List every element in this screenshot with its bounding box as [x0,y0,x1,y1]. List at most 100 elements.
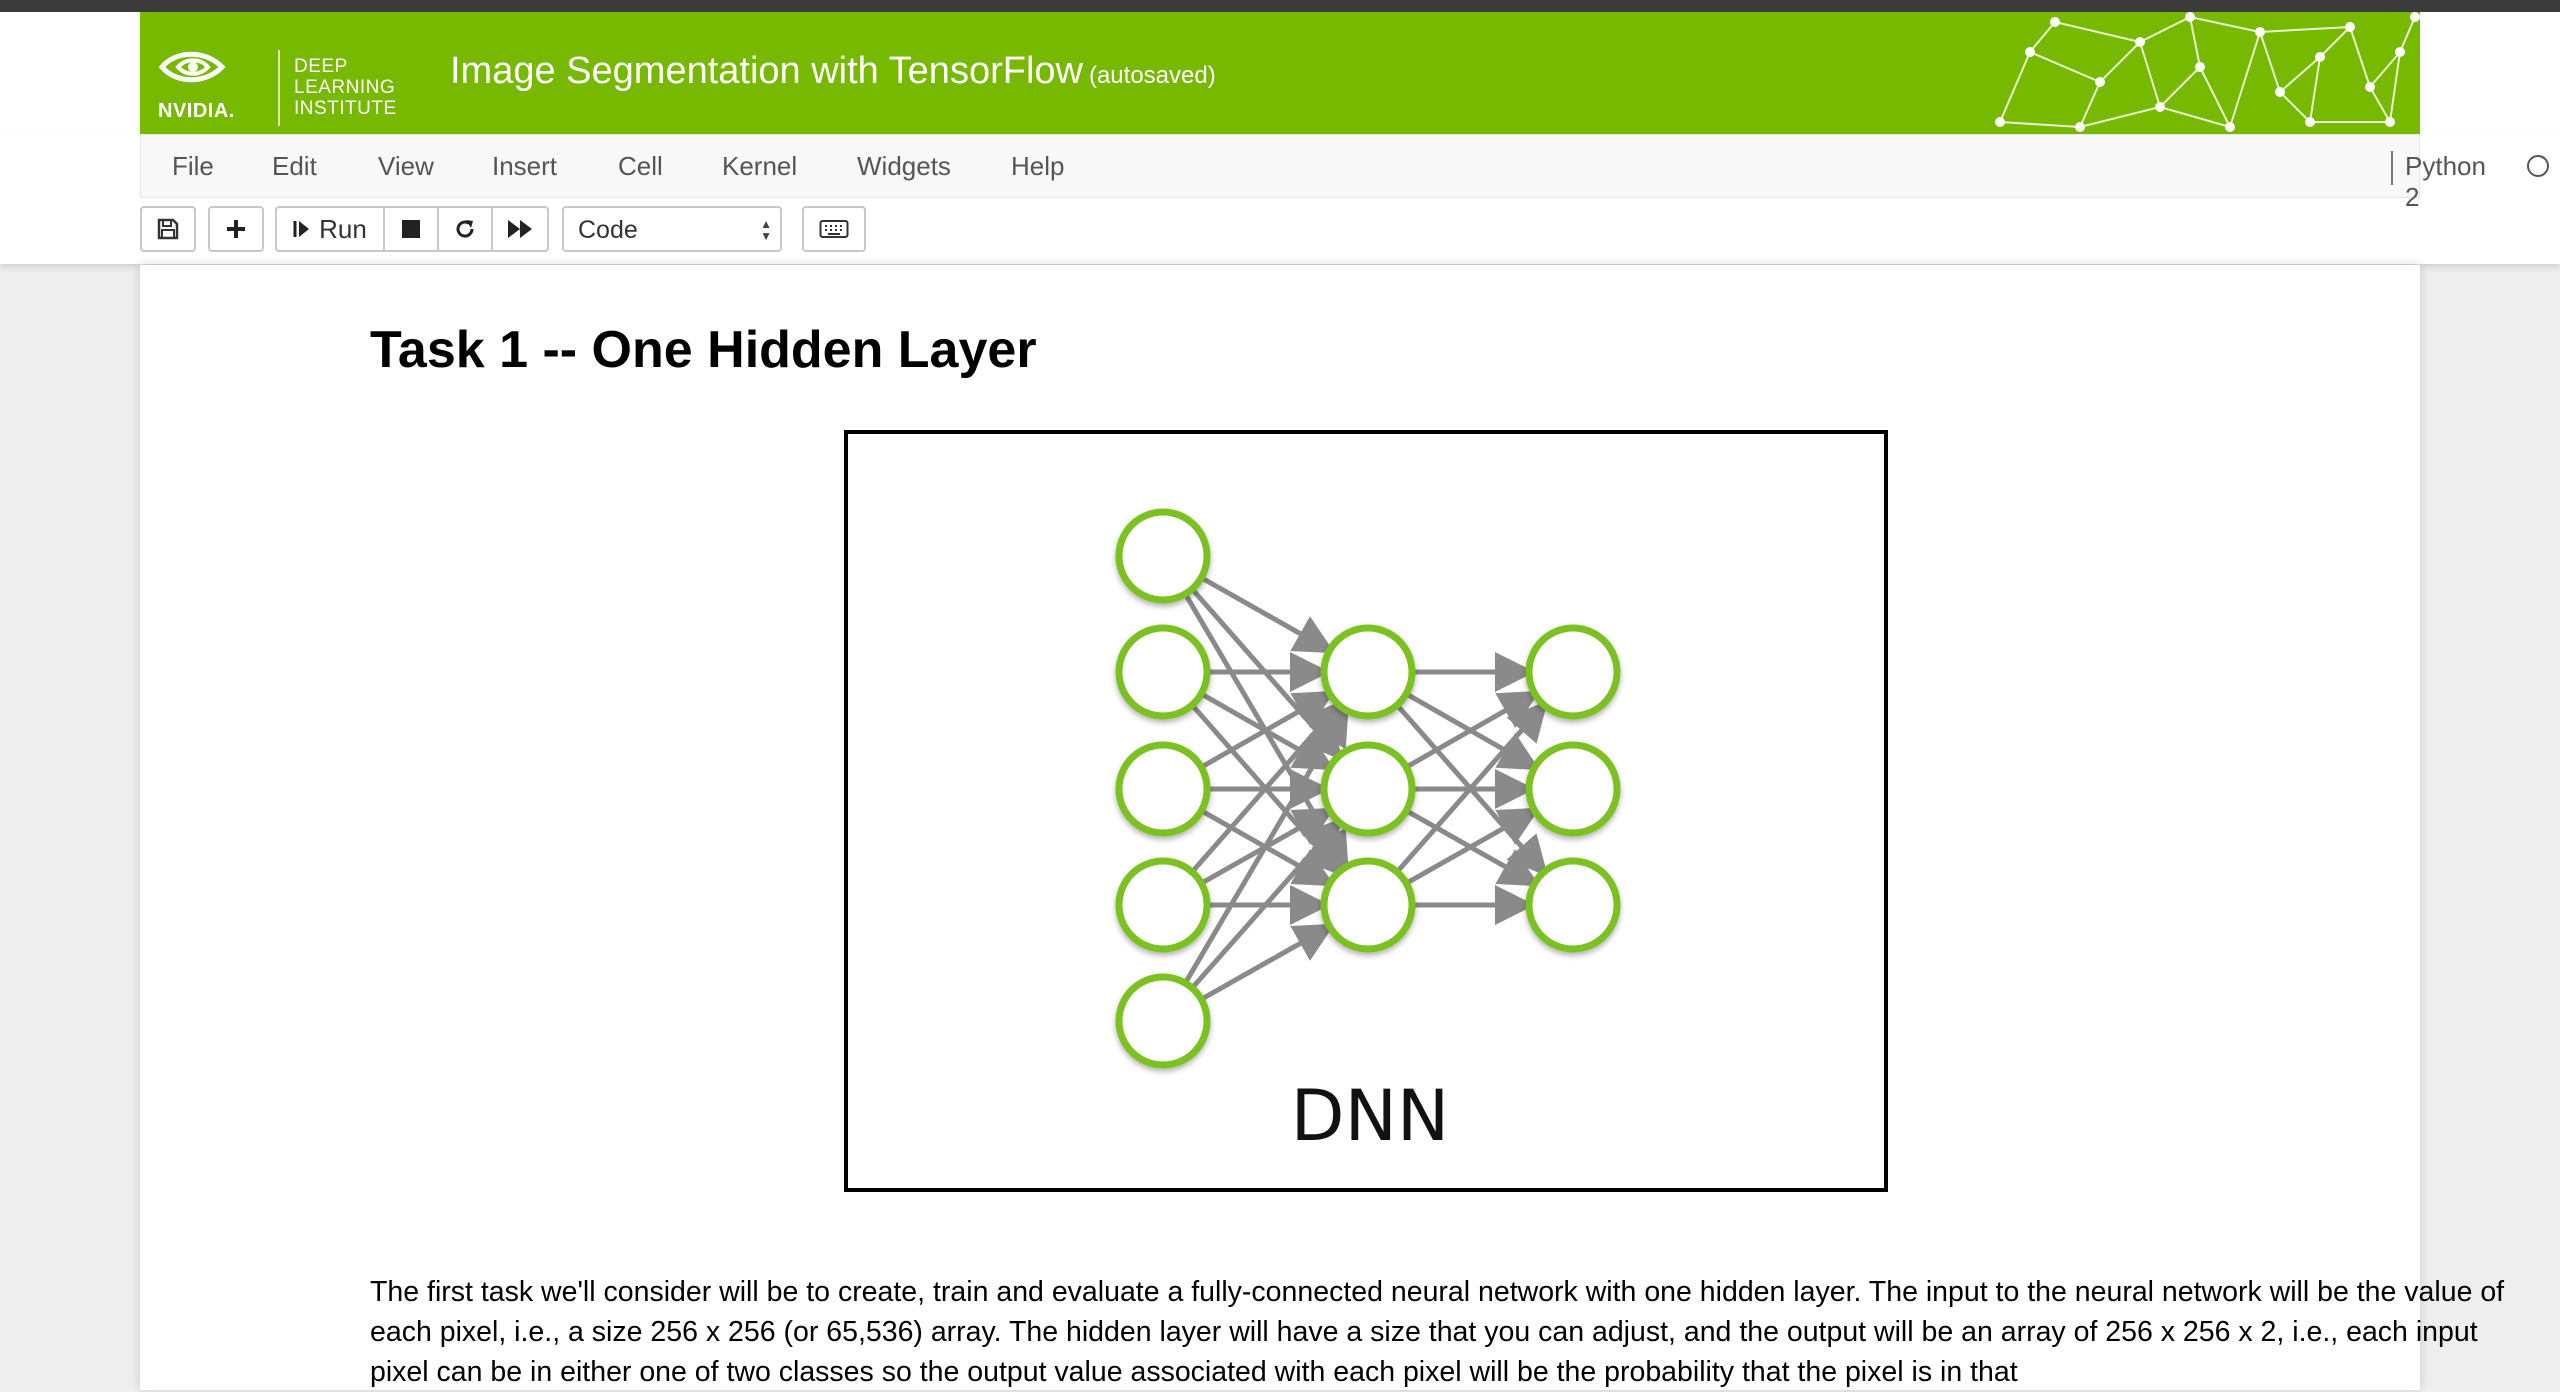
pattern-dot [2135,37,2145,47]
menu-edit[interactable]: Edit [272,151,317,182]
run-button[interactable]: Run [275,206,385,252]
cell-type-value: Code [578,216,638,244]
restart-kernel-button[interactable] [437,206,493,252]
network-node [1320,741,1416,837]
pattern-line [2229,31,2261,128]
restart-run-all-button[interactable] [491,206,549,252]
pattern-dot [2345,22,2355,32]
pattern-dot [2095,77,2105,87]
pattern-dot [2315,52,2325,62]
insert-cell-button[interactable] [208,206,264,252]
dli-line: LEARNING [294,77,396,98]
pattern-line [2259,31,2281,93]
menu-view[interactable]: View [378,151,434,182]
network-node [1115,624,1211,720]
autosave-status: (autosaved) [1088,62,1216,89]
network-node [1115,857,1211,953]
markdown-paragraph: The first task we'll consider will be to… [370,1276,2505,1388]
pattern-line [2079,81,2101,128]
pattern-line [2054,21,2141,43]
markdown-heading: Task 1 -- One Hidden Layer [370,321,1037,379]
pattern-line [2189,16,2261,33]
menu-help[interactable]: Help [1011,151,1064,182]
kernel-idle-indicator-icon [2527,155,2549,177]
pattern-dot [2255,27,2265,37]
save-icon [157,218,179,240]
network-node [1115,508,1211,604]
network-node [1320,624,1416,720]
pattern-line [2369,86,2391,123]
menu-kernel[interactable]: Kernel [722,151,797,182]
command-palette-button[interactable] [802,206,866,252]
pattern-line [2349,26,2371,88]
network-node [1115,973,1211,1069]
kernel-separator [2391,151,2393,185]
pattern-dot [2305,117,2315,127]
pattern-line [2319,26,2351,58]
pattern-dot [2155,102,2165,112]
dli-wordmark: DEEP LEARNING INSTITUTE [294,56,397,119]
pattern-dot [2385,117,2395,127]
pattern-line [2399,16,2416,53]
notebook-container: Task 1 -- One Hidden Layer DNN The first… [140,265,2504,1390]
menubar: File Edit View Insert Cell Kernel Widget… [140,134,2549,212]
notebook-title[interactable]: Image Segmentation with TensorFlow (autos… [450,50,1216,93]
pattern-line [1999,51,2031,123]
menu-insert[interactable]: Insert [492,151,557,182]
network-node [1525,624,1621,720]
step-forward-icon [293,221,310,237]
pattern-line [2029,51,2101,83]
dnn-label: DNN [1291,1075,1450,1157]
pattern-line [2099,41,2141,83]
pattern-line [2139,41,2161,108]
pattern-line [2079,106,2161,128]
pattern-line [1999,121,2081,128]
pattern-dot [1995,117,2005,127]
pattern-dot [2410,12,2420,22]
menu-cell[interactable]: Cell [618,151,663,182]
dli-line: DEEP [294,56,348,77]
pattern-line [2159,106,2231,128]
network-node [1525,741,1621,837]
network-edge [1200,575,1335,654]
pattern-dot [2075,122,2085,132]
pattern-line [2309,56,2321,123]
pattern-dot [2185,12,2195,22]
dnn-diagram: DNN [1115,508,1621,1157]
browser-top-strip [0,0,2560,12]
plus-icon [227,220,245,238]
fast-forward-icon [508,220,532,238]
kernel-name[interactable]: Python 2 [2405,151,2486,213]
nvidia-wordmark: NVIDIA. [158,100,235,122]
network-pattern-decoration [1995,12,2420,132]
interrupt-button[interactable] [383,206,439,252]
pattern-dot [2050,17,2060,27]
pattern-line [2139,16,2191,43]
cell-type-select[interactable]: Code ▲ ▼ [562,206,782,252]
pattern-line [2189,16,2201,68]
pattern-line [2029,21,2056,53]
pattern-dot [2025,47,2035,57]
stop-icon [402,220,420,238]
network-node [1115,741,1211,837]
pattern-dot [2195,62,2205,72]
pattern-line [2279,56,2321,93]
pattern-dot [2225,122,2235,132]
pattern-line [2259,26,2351,33]
notebook-name[interactable]: Image Segmentation with TensorFlow [450,50,1083,92]
restart-icon [456,220,474,238]
save-button[interactable] [140,206,196,252]
dli-line: INSTITUTE [294,98,397,119]
network-node [1320,857,1416,953]
menu-file[interactable]: File [172,151,214,182]
pattern-dot [2395,47,2405,57]
network-node [1525,857,1621,953]
nvidia-dli-logo: NVIDIA. DEEP LEARNING INSTITUTE [158,30,458,126]
pattern-line [2159,66,2201,108]
pattern-line [2279,91,2311,123]
header-banner: NVIDIA. DEEP LEARNING INSTITUTE Image Se… [140,12,2420,134]
pattern-line [2199,66,2231,128]
run-label: Run [319,213,367,244]
menu-widgets[interactable]: Widgets [857,151,951,182]
dnn-figure: DNN [844,430,1888,1192]
